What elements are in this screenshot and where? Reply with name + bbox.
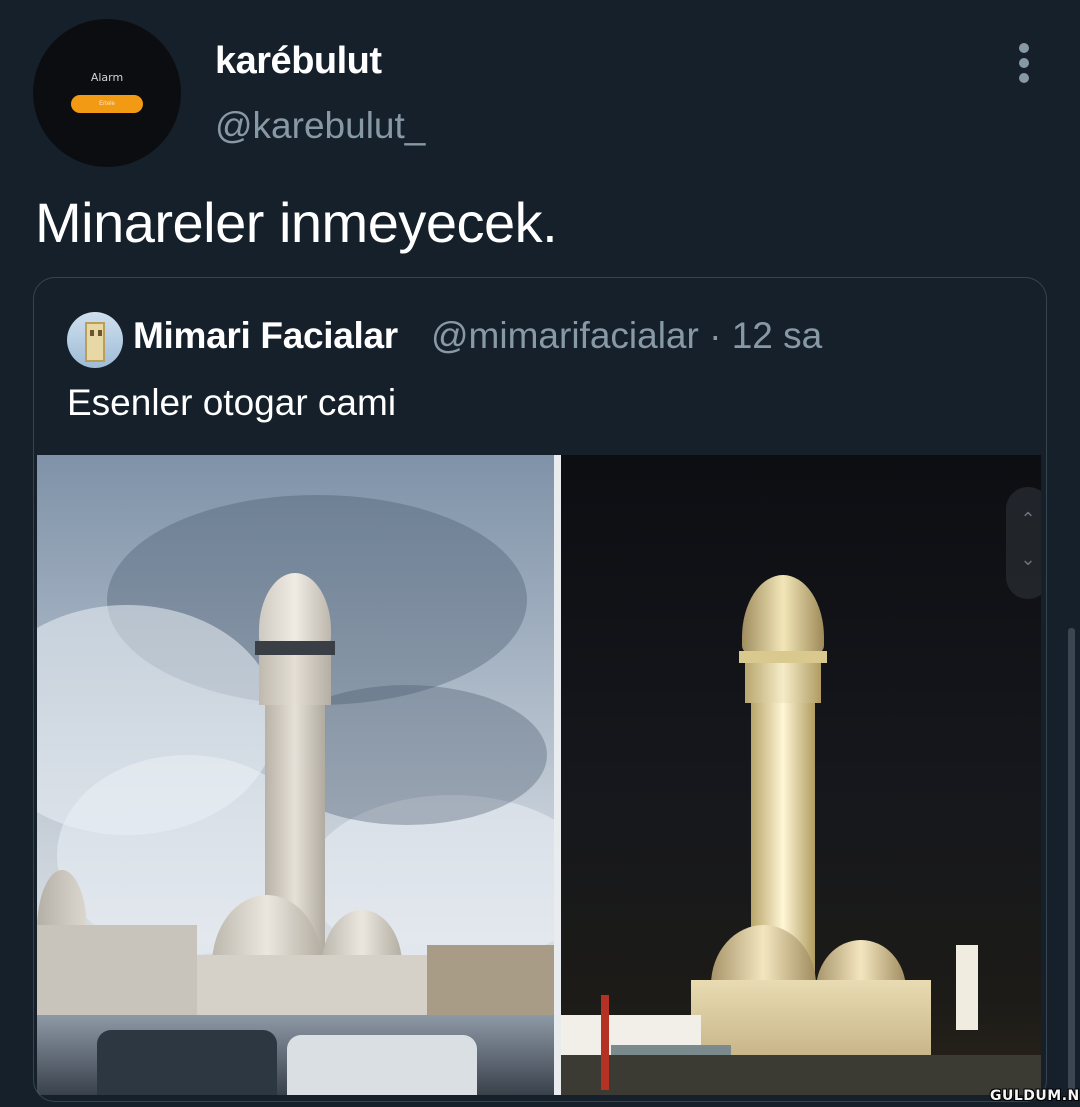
author-avatar[interactable]: Alarm Ertele xyxy=(33,19,181,167)
author-handle[interactable]: @karebulut_ xyxy=(215,105,425,147)
page-scrollbar[interactable] xyxy=(1068,628,1075,1098)
tweet-text: Minareler inmeyecek. xyxy=(35,191,558,254)
quoted-author-display-name[interactable]: Mimari Facialar xyxy=(133,315,398,357)
more-vertical-icon[interactable] xyxy=(1013,43,1037,83)
media-scroll-control[interactable]: ⌃ ⌄ xyxy=(1006,487,1041,599)
quoted-author-avatar[interactable] xyxy=(67,312,123,368)
watermark: GULDUM.NET xyxy=(990,1088,1080,1104)
quoted-tweet-card[interactable]: Mimari Facialar @mimarifacialar · 12 sa … xyxy=(33,277,1047,1102)
media-photo-day[interactable] xyxy=(37,455,554,1095)
quoted-tweet-text: Esenler otogar cami xyxy=(67,382,397,423)
media-divider xyxy=(554,455,561,1095)
quoted-tweet-time: 12 sa xyxy=(731,315,823,356)
chevron-up-icon[interactable]: ⌃ xyxy=(1006,509,1041,530)
author-display-name[interactable]: karébulut xyxy=(215,40,382,83)
media-photo-night[interactable]: ⌃ ⌄ xyxy=(561,455,1041,1095)
avatar-caption: Alarm xyxy=(90,71,124,84)
chevron-down-icon[interactable]: ⌄ xyxy=(1006,549,1041,570)
meta-separator: · xyxy=(709,315,722,356)
quoted-author-handle: @mimarifacialar xyxy=(431,315,699,356)
avatar-pill: Ertele xyxy=(71,95,143,113)
quoted-author-meta: @mimarifacialar · 12 sa xyxy=(431,315,822,357)
